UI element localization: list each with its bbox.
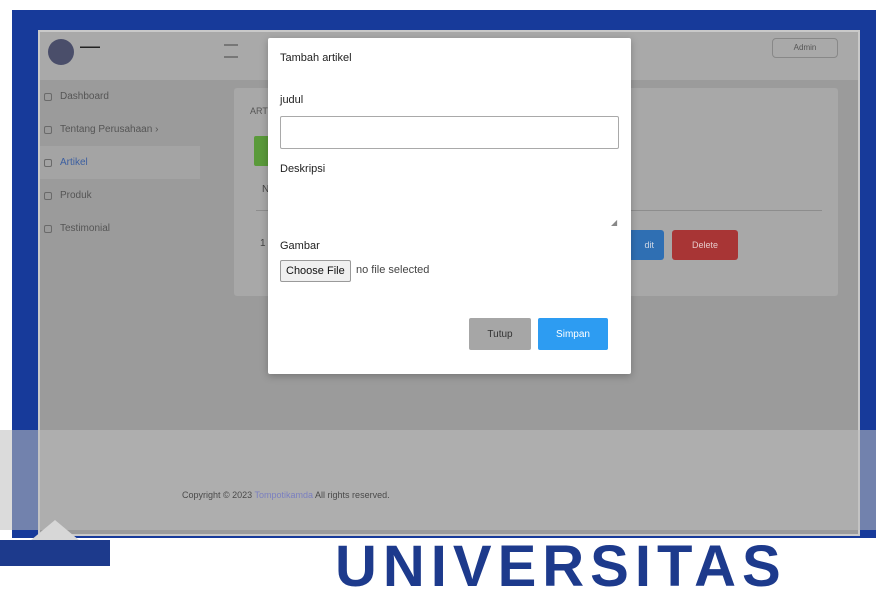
overlay-band xyxy=(0,430,876,530)
sidebar-item-testimonial[interactable]: Testimonial xyxy=(40,212,200,245)
save-button[interactable]: Simpan xyxy=(538,318,608,350)
footer: Copyright © 2023 Tompotikamda All rights… xyxy=(182,490,390,500)
sidebar: Dashboard Tentang Perusahaan › Artikel P… xyxy=(40,80,200,245)
deskripsi-label: Deskripsi xyxy=(280,163,326,175)
sidebar-item-label: Tentang Perusahaan xyxy=(60,124,153,135)
watermark-text: UNIVERSITAS xyxy=(335,534,787,599)
company-icon xyxy=(44,126,52,134)
footer-rights: All rights reserved. xyxy=(313,490,390,500)
gambar-label: Gambar xyxy=(280,240,320,252)
sidebar-item-label: Produk xyxy=(60,190,92,201)
sidebar-item-label: Testimonial xyxy=(60,223,111,234)
file-status: no file selected xyxy=(356,264,430,276)
product-icon xyxy=(44,192,52,200)
table-row-number: 1 xyxy=(260,238,266,249)
deskripsi-textarea[interactable] xyxy=(280,186,619,226)
hamburger-menu-icon[interactable] xyxy=(224,44,238,58)
add-article-modal: Tambah artikel judul Deskripsi ◢ Gambar … xyxy=(268,38,631,374)
watermark-logo-base xyxy=(0,540,110,566)
resize-grip-icon[interactable]: ◢ xyxy=(611,218,617,227)
dashboard-icon xyxy=(44,93,52,101)
sidebar-item-artikel[interactable]: Artikel xyxy=(40,146,200,179)
sidebar-item-dashboard[interactable]: Dashboard xyxy=(40,80,200,113)
testimonial-icon xyxy=(44,225,52,233)
close-button[interactable]: Tutup xyxy=(469,318,531,350)
sidebar-item-tentang-perusahaan[interactable]: Tentang Perusahaan › xyxy=(40,113,200,146)
sidebar-item-label: Artikel xyxy=(60,157,88,168)
article-icon xyxy=(44,159,52,167)
modal-title: Tambah artikel xyxy=(280,52,352,64)
card-title: ART xyxy=(250,106,268,116)
judul-label: judul xyxy=(280,94,304,106)
footer-copyright: Copyright © 2023 xyxy=(182,490,253,500)
choose-file-button[interactable]: Choose File xyxy=(280,260,351,282)
footer-link[interactable]: Tompotikamda xyxy=(255,490,314,500)
company-logo xyxy=(48,39,74,65)
user-menu-button[interactable]: Admin xyxy=(772,38,838,58)
delete-button[interactable]: Delete xyxy=(672,230,738,260)
sidebar-item-produk[interactable]: Produk xyxy=(40,179,200,212)
company-logo-text: ▬▬▬▬ xyxy=(80,44,100,50)
chevron-right-icon: › xyxy=(155,124,159,135)
sidebar-item-label: Dashboard xyxy=(60,91,109,102)
judul-input[interactable] xyxy=(280,116,619,149)
